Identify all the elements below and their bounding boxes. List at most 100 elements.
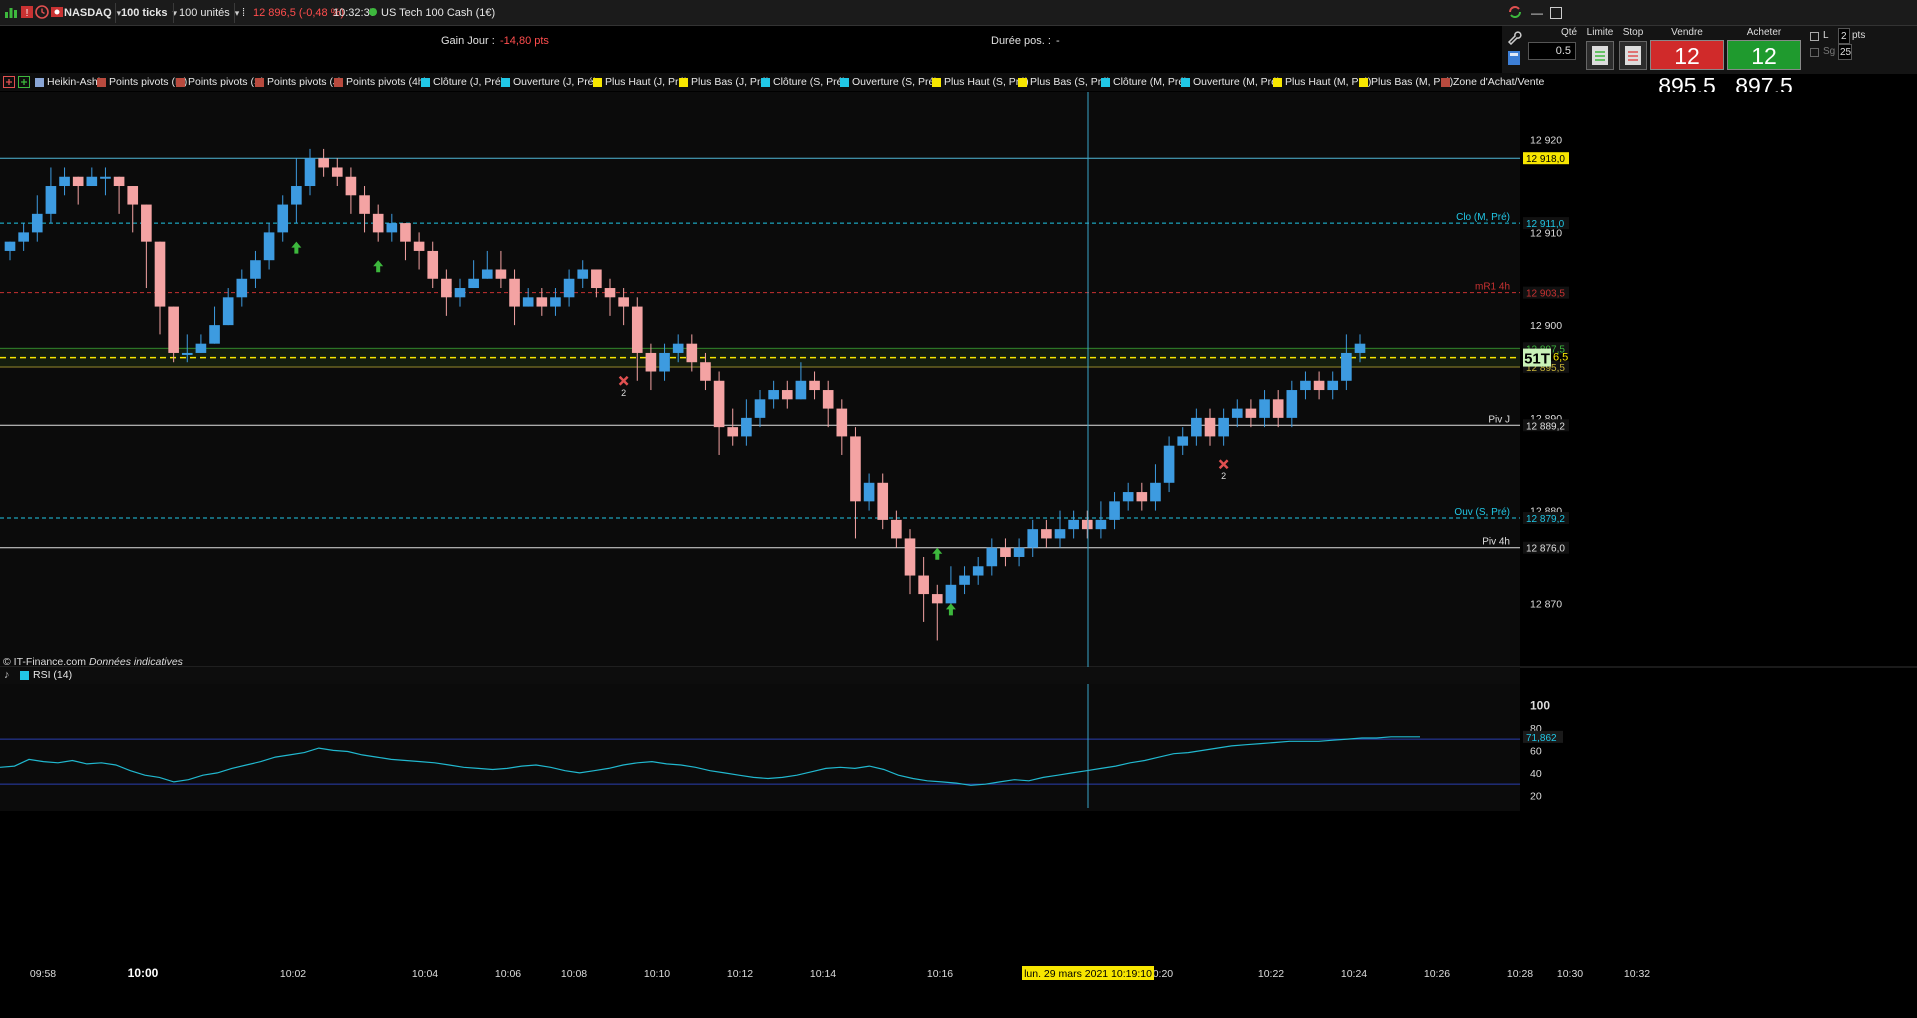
time-tick-label: 10:02 (280, 968, 306, 980)
bear-candle (686, 343, 698, 363)
gain-value: -14,80 pts (500, 35, 549, 47)
indicator-settings-icon[interactable] (18, 76, 30, 88)
instrument-select[interactable]: NASDAQ (64, 3, 121, 23)
add-indicator-icon[interactable] (3, 76, 15, 88)
product-name: US Tech 100 Cash (1€) (381, 7, 496, 19)
clock-icon[interactable] (35, 5, 49, 19)
sync-icon[interactable] (1507, 4, 1523, 20)
indicator-label: Plus Haut (J, Pré) (605, 76, 688, 88)
indicator-17[interactable]: Zone d'Achat/Vente (1440, 75, 1544, 89)
bear-candle (591, 269, 602, 289)
l-checkbox[interactable] (1810, 32, 1819, 41)
indicator-label: Clôture (J, Pré) (433, 76, 505, 88)
bull-candle (386, 223, 398, 233)
indicator-label: Clôture (M, Pré) (1113, 76, 1188, 88)
indicator-2[interactable]: Points pivots (S) (175, 75, 264, 89)
alert-icon[interactable]: ! (20, 5, 34, 19)
indicator-7[interactable]: Plus Haut (J, Pré) (592, 75, 688, 89)
indicator-label: Ouverture (M, Pré) (1193, 76, 1281, 88)
bear-candle (72, 176, 84, 187)
timeframe-select[interactable]: 100 ticks (115, 3, 177, 23)
buy-button[interactable]: 12 897,5 (1727, 40, 1801, 99)
duration-label: Durée pos. : (991, 35, 1051, 47)
wrench-icon[interactable] (1506, 29, 1522, 45)
bear-candle (1204, 417, 1216, 437)
bull-candle (1231, 408, 1243, 418)
stop-label: Stop (1622, 27, 1644, 38)
bull-candle (959, 575, 970, 585)
bull-candle (100, 176, 111, 179)
bear-candle (645, 352, 657, 372)
bear-candle (904, 538, 916, 576)
indicator-11[interactable]: Plus Haut (S, Pré) (931, 75, 1029, 89)
eye-icon[interactable] (50, 5, 64, 19)
bull-candle (1354, 343, 1366, 353)
top-toolbar: ! NASDAQ 100 ticks 100 unités ⁞ 12 896,5… (0, 0, 1917, 26)
signal-count: 2 (1221, 471, 1226, 481)
indicator-6[interactable]: Ouverture (J, Pré) (500, 75, 597, 89)
bull-candle (1068, 519, 1079, 530)
minimize-icon[interactable]: — (1531, 3, 1543, 23)
indicator-13[interactable]: Clôture (M, Pré) (1100, 75, 1188, 89)
bear-candle (154, 241, 166, 307)
level-tag: 12 876,0 (1526, 544, 1565, 555)
indicator-swatch (593, 78, 602, 87)
stop-order-button[interactable] (1619, 41, 1647, 70)
indicator-8[interactable]: Plus Bas (J, Pré) (678, 75, 770, 89)
bear-candle (850, 436, 861, 502)
bar-chart-icon[interactable] (4, 5, 18, 19)
indicator-0[interactable]: Heikin-Ashi (34, 75, 100, 89)
indicator-14[interactable]: Ouverture (M, Pré) (1180, 75, 1281, 89)
time-tick-label: 09:58 (30, 968, 56, 980)
sg-input[interactable] (1838, 44, 1852, 60)
indicator-swatch (421, 78, 430, 87)
time-axis-background (0, 811, 1917, 1018)
bear-candle (113, 176, 125, 187)
limit-order-button[interactable] (1586, 41, 1614, 70)
bull-candle (1286, 390, 1298, 418)
level-tag: 12 889,2 (1526, 421, 1565, 432)
time-tick-label: 10:14 (810, 968, 836, 980)
indicator-swatch (1018, 78, 1027, 87)
indicator-swatch (1101, 78, 1110, 87)
time-tick-label: 10:12 (727, 968, 753, 980)
indicator-10[interactable]: Ouverture (S, Pré) (839, 75, 938, 89)
indicator-1[interactable]: Points pivots (M) (96, 75, 187, 89)
sell-label: Vendre (1671, 27, 1703, 38)
price-chart[interactable]: 12 920 12 910 12 900 12 890 12 880 12 870 12 9… (0, 92, 1917, 1018)
bull-candle (1027, 529, 1039, 548)
indicator-3[interactable]: Points pivots (J) (254, 75, 342, 89)
rsi-tick-label: 60 (1530, 745, 1542, 757)
indicator-label: Ouverture (J, Pré) (513, 76, 598, 88)
pts-label: pts (1852, 30, 1866, 41)
sell-button[interactable]: 12 895,5 (1650, 40, 1724, 99)
chart-canvas[interactable]: 12 92012 91012 90012 89012 88012 87012 9… (0, 92, 1917, 1018)
bull-candle (1163, 445, 1175, 483)
indicator-12[interactable]: Plus Bas (S, Pré) (1017, 75, 1111, 89)
level-tag: 12 918,0 (1526, 154, 1565, 165)
bull-candle (863, 482, 875, 502)
calculator-icon[interactable] (1506, 50, 1522, 66)
bull-candle (277, 204, 289, 233)
bear-candle (1136, 492, 1148, 502)
maximize-icon[interactable] (1550, 7, 1562, 19)
bull-candle (741, 417, 752, 437)
indicator-5[interactable]: Clôture (J, Pré) (420, 75, 504, 89)
rsi-label[interactable]: RSI (14) (33, 669, 72, 681)
units-select[interactable]: 100 unités (173, 3, 239, 23)
indicator-4[interactable]: Points pivots (4h) (333, 75, 427, 89)
bull-candle (795, 380, 807, 400)
indicator-label: Clôture (S, Pré) (773, 76, 846, 88)
menu-icon[interactable]: ⁞ (234, 3, 245, 23)
bull-candle (577, 269, 589, 279)
sg-checkbox[interactable] (1810, 48, 1819, 57)
indicator-15[interactable]: Plus Haut (M, Pré) (1272, 75, 1371, 89)
qty-input[interactable] (1528, 42, 1576, 60)
bear-candle (413, 241, 425, 251)
bell-icon[interactable]: ♪ (4, 669, 10, 681)
indicator-9[interactable]: Clôture (S, Pré) (760, 75, 846, 89)
pts-input[interactable] (1838, 28, 1850, 44)
bull-candle (181, 352, 193, 355)
indicator-16[interactable]: Plus Bas (M, Pré) (1358, 75, 1453, 89)
time-tick-label: 10:28 (1507, 968, 1533, 980)
